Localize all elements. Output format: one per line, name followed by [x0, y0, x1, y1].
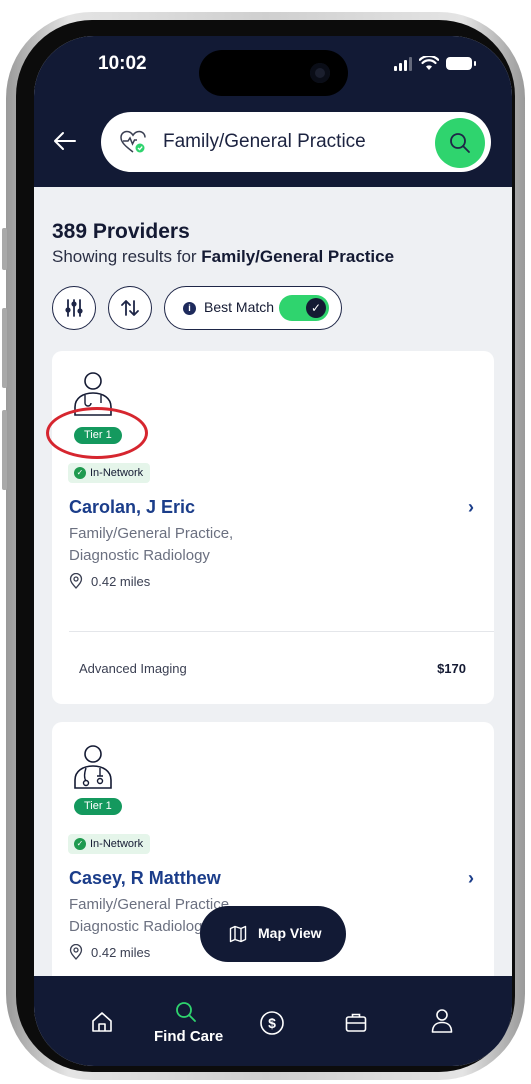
tier-badge: Tier 1 [74, 427, 122, 444]
search-button[interactable] [435, 118, 485, 168]
nav-find-care[interactable]: Find Care [146, 976, 226, 1066]
best-match-chip[interactable]: i Best Match ✓ [164, 286, 342, 330]
sort-arrows-icon [121, 300, 139, 316]
side-button [2, 228, 7, 270]
side-button [2, 410, 7, 490]
location-pin-icon [69, 572, 83, 589]
specialty-line: Family/General Practice, [69, 525, 234, 542]
search-input[interactable]: Family/General Practice [163, 131, 366, 153]
provider-name[interactable]: Carolan, J Eric [69, 497, 195, 518]
check-circle-icon: ✓ [74, 838, 86, 850]
dollar-icon: $ [260, 1011, 284, 1035]
status-time: 10:02 [98, 53, 147, 74]
dynamic-island [199, 50, 348, 96]
wifi-icon [419, 56, 439, 70]
heart-pulse-icon [120, 130, 146, 153]
network-label: In-Network [90, 838, 144, 850]
doctor-avatar-icon [74, 745, 112, 789]
info-icon[interactable]: i [183, 302, 196, 315]
battery-icon [446, 57, 476, 70]
filter-button[interactable] [52, 286, 96, 330]
search-bar[interactable]: Family/General Practice [101, 112, 491, 172]
best-match-toggle[interactable]: ✓ [279, 295, 329, 321]
chevron-right-icon[interactable]: › [468, 868, 474, 889]
service-price: $170 [437, 661, 466, 676]
status-icons [394, 56, 476, 71]
service-name: Advanced Imaging [79, 661, 187, 676]
distance-value: 0.42 miles [91, 945, 151, 960]
in-network-badge: ✓ In-Network [68, 463, 151, 483]
network-label: In-Network [90, 467, 144, 479]
map-view-label: Map View [258, 925, 322, 941]
sort-button[interactable] [108, 286, 152, 330]
provider-card[interactable]: Tier 1 ✓ In-Network Carolan, J Eric › Fam… [46, 351, 494, 704]
bottom-nav: Find Care $ [34, 976, 512, 1066]
provider-specialty: Family/General Practice, Diagnostic Radi… [69, 523, 233, 567]
specialty-line: Diagnostic Radiology [69, 547, 210, 564]
back-arrow-icon [54, 132, 76, 150]
back-button[interactable] [52, 128, 82, 158]
svg-text:$: $ [268, 1015, 276, 1031]
tier-badge: Tier 1 [74, 798, 122, 815]
nav-home[interactable] [80, 976, 124, 1066]
provider-distance: 0.42 miles [69, 572, 151, 589]
check-circle-icon: ✓ [74, 467, 86, 479]
results-prefix: Showing results for [52, 247, 202, 266]
nav-benefits[interactable] [334, 976, 378, 1066]
check-icon: ✓ [306, 298, 326, 318]
divider [69, 631, 494, 632]
best-match-label: Best Match [204, 299, 275, 315]
search-icon [176, 1002, 196, 1022]
home-icon [92, 1012, 112, 1032]
map-view-button[interactable]: Map View [200, 906, 346, 962]
provider-distance: 0.42 miles [69, 943, 151, 960]
profile-icon [431, 1009, 453, 1033]
in-network-badge: ✓ In-Network [68, 834, 151, 854]
camera-icon [310, 63, 330, 83]
distance-value: 0.42 miles [91, 574, 151, 589]
map-icon [229, 925, 247, 943]
provider-name[interactable]: Casey, R Matthew [69, 868, 221, 889]
nav-costs[interactable]: $ [250, 976, 294, 1066]
app-screen: 10:02 Family/General Practice 389 Provid… [34, 36, 512, 1066]
signal-icon [394, 56, 412, 71]
app-header: 10:02 Family/General Practice [34, 36, 512, 187]
chevron-right-icon[interactable]: › [468, 497, 474, 518]
results-subtitle: Showing results for Family/General Pract… [52, 247, 394, 267]
briefcase-icon [345, 1013, 367, 1032]
side-button [2, 308, 7, 388]
results-term: Family/General Practice [201, 247, 395, 266]
results-count: 389 Providers [52, 220, 190, 243]
nav-profile[interactable] [420, 976, 464, 1066]
location-pin-icon [69, 943, 83, 960]
search-icon [450, 133, 470, 153]
nav-label-find-care: Find Care [154, 1028, 224, 1045]
filter-sliders-icon [65, 299, 83, 317]
